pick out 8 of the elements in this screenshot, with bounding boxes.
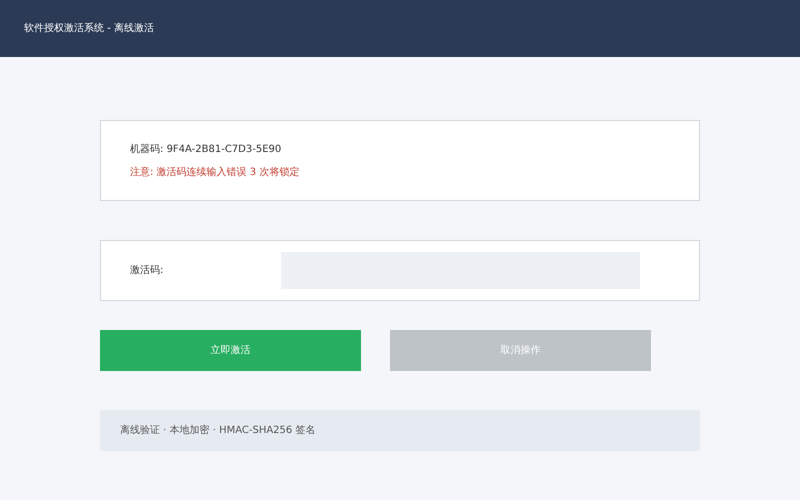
cancel-button[interactable]: 取消操作	[390, 330, 651, 371]
activate-button[interactable]: 立即激活	[100, 330, 361, 371]
machine-code-label: 机器码:	[130, 144, 164, 154]
footer-note: 离线验证 · 本地加密 · HMAC-SHA256 签名	[100, 410, 700, 451]
page-title: 软件授权激活系统 - 离线激活	[24, 22, 154, 36]
warning-text: 注意: 激活码连续输入错误 3 次将锁定	[130, 166, 300, 180]
machine-code: 9F4A-2B81-C7D3-5E90	[166, 144, 282, 154]
activation-code-label: 激活码:	[130, 264, 164, 278]
